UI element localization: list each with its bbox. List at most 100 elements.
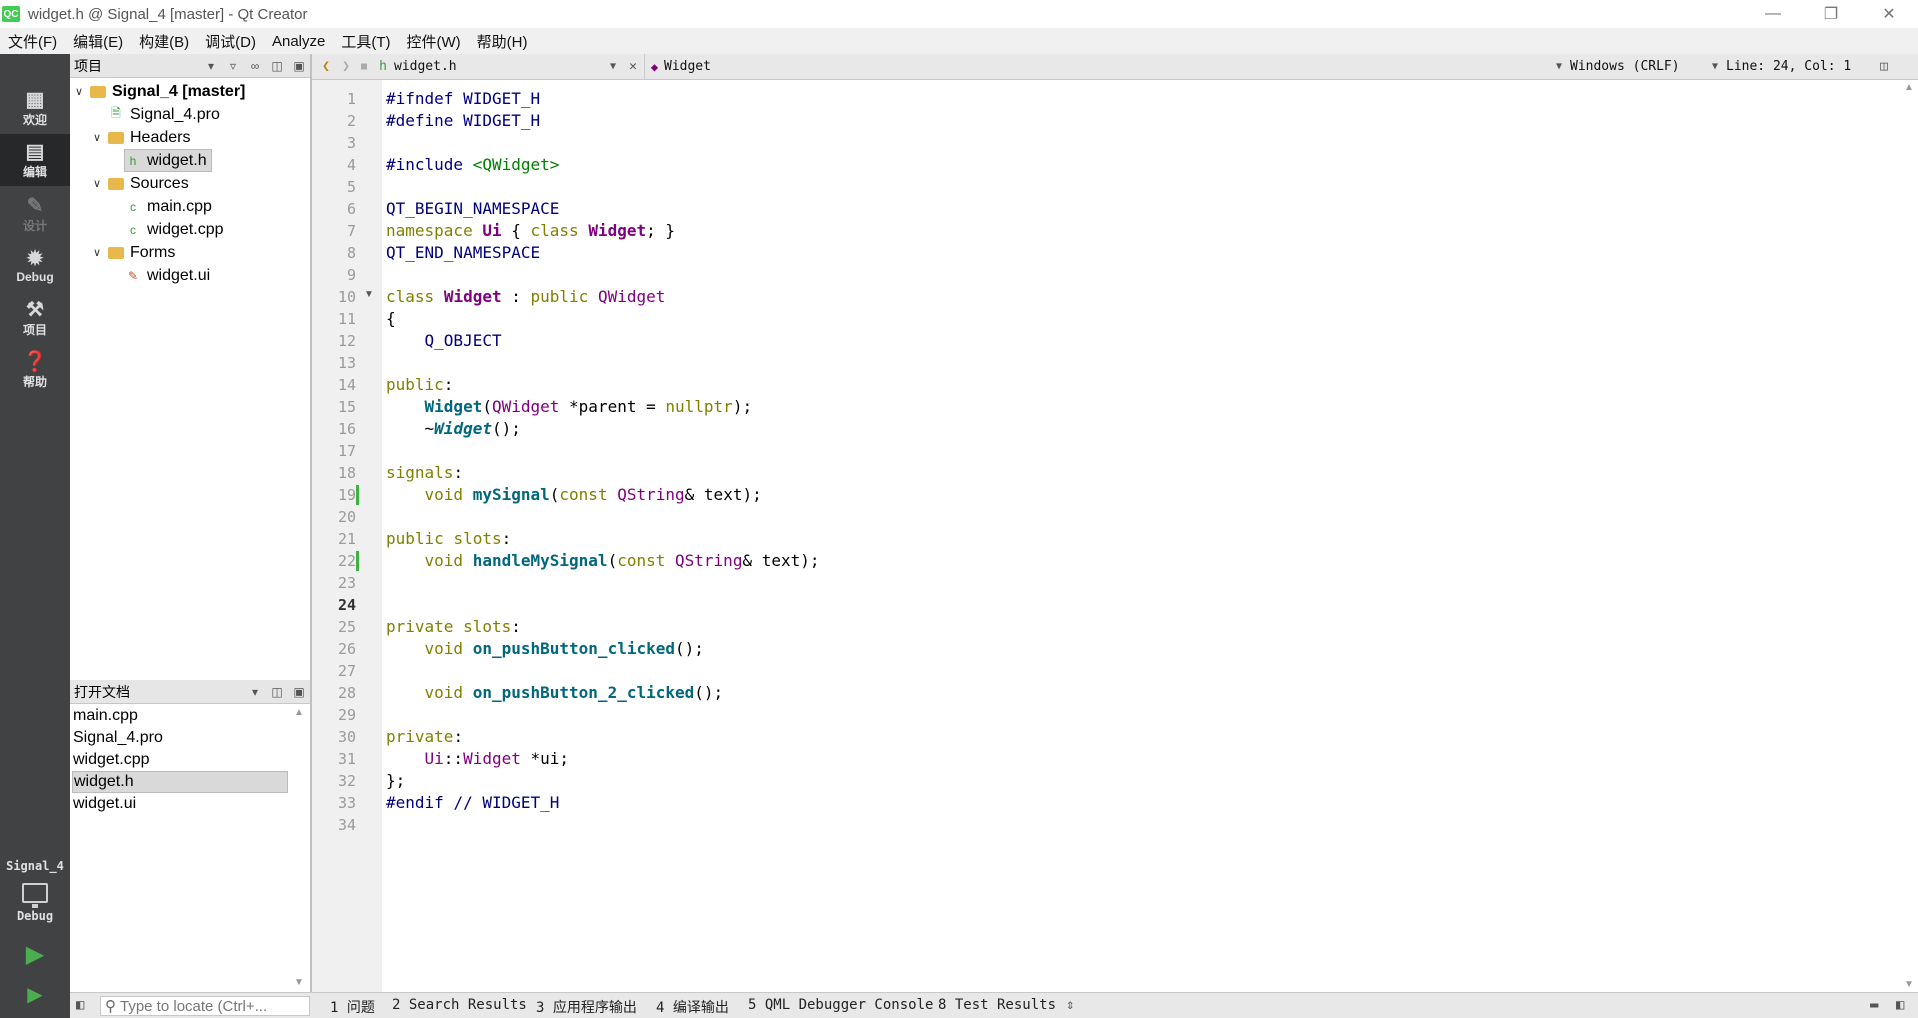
- menu-file[interactable]: 文件(F): [0, 31, 65, 52]
- output-tab-test-results[interactable]: 8 Test Results: [938, 997, 1056, 1013]
- scroll-down-icon[interactable]: ▼: [294, 977, 304, 988]
- code-line[interactable]: private:: [386, 726, 463, 748]
- open-docs-title[interactable]: 打开文档: [74, 682, 244, 702]
- chevron-down-icon[interactable]: ∨: [72, 85, 86, 98]
- code-line[interactable]: };: [386, 770, 405, 792]
- split-icon[interactable]: ◫: [266, 59, 288, 73]
- code-line[interactable]: public:: [386, 374, 453, 396]
- menu-build[interactable]: 构建(B): [131, 31, 197, 52]
- line-ending-selector[interactable]: Windows (CRLF): [1570, 54, 1712, 80]
- menu-widgets[interactable]: 控件(W): [399, 31, 469, 52]
- mode-design[interactable]: ✎ 设计: [0, 188, 70, 240]
- fold-arrow-icon[interactable]: ▼: [364, 289, 374, 300]
- output-tab-app-output[interactable]: 3 应用程序输出: [536, 997, 637, 1017]
- mode-help[interactable]: ❓ 帮助: [0, 344, 70, 396]
- link-icon[interactable]: ∞: [244, 59, 266, 73]
- code-line[interactable]: public slots:: [386, 528, 511, 550]
- chevron-down-icon[interactable]: ▼: [604, 54, 622, 80]
- code-line[interactable]: Widget(QWidget *parent = nullptr);: [386, 396, 753, 418]
- code-editor[interactable]: #ifndef WIDGET_H #define WIDGET_H #include…: [382, 80, 1900, 992]
- line-number-gutter[interactable]: 1 2 3 4 5 6 7 8 9 10 11 12 13 14 15 16 17 18 19 20 21 22 23 24 2…: [312, 80, 382, 992]
- tree-item-widget-h[interactable]: h widget.h: [70, 149, 310, 172]
- code-line[interactable]: QT_BEGIN_NAMESPACE: [386, 198, 559, 220]
- code-line[interactable]: void handleMySignal(const QString& text)…: [386, 550, 820, 572]
- code-line[interactable]: signals:: [386, 462, 463, 484]
- toggle-right-sidebar-icon[interactable]: ◧: [1896, 997, 1904, 1013]
- debug-run-button[interactable]: ▶: [0, 974, 70, 1014]
- chevron-down-icon[interactable]: ∨: [90, 177, 104, 190]
- code-line[interactable]: #endif // WIDGET_H: [386, 792, 559, 814]
- tree-item-pro-file[interactable]: 🗎 Signal_4.pro: [70, 103, 310, 126]
- kit-selector[interactable]: Signal_4 Debug: [0, 859, 70, 939]
- open-doc-item[interactable]: main.cpp: [72, 705, 288, 727]
- split-icon[interactable]: ◫: [266, 685, 288, 699]
- split-editor-icon[interactable]: ◫: [1874, 54, 1894, 80]
- tree-item-sources[interactable]: ∨ Sources: [70, 172, 310, 195]
- toggle-sidebar-icon[interactable]: ◧: [76, 997, 84, 1013]
- output-tab-issues[interactable]: 1 问题: [330, 997, 375, 1017]
- code-line[interactable]: ~Widget();: [386, 418, 521, 440]
- tree-item-forms[interactable]: ∨ Forms: [70, 241, 310, 264]
- chevron-down-icon[interactable]: ∨: [90, 131, 104, 144]
- run-button[interactable]: ▶: [0, 934, 70, 974]
- forward-arrow-icon[interactable]: ❯: [336, 54, 356, 80]
- tree-item-project[interactable]: ∨ Signal_4 [master]: [70, 80, 310, 103]
- code-line[interactable]: void on_pushButton_2_clicked();: [386, 682, 724, 704]
- chevron-down-icon[interactable]: ▼: [1556, 54, 1570, 80]
- code-line[interactable]: Q_OBJECT: [386, 330, 502, 352]
- output-tab-compile-output[interactable]: 4 编译输出: [656, 997, 729, 1017]
- open-docs-scrollbar[interactable]: ▲ ▼: [292, 705, 306, 990]
- menu-debug[interactable]: 调试(D): [197, 31, 264, 52]
- mode-welcome[interactable]: ▦ 欢迎: [0, 82, 70, 134]
- mode-edit[interactable]: ▤ 编辑: [0, 134, 70, 186]
- code-line[interactable]: QT_END_NAMESPACE: [386, 242, 540, 264]
- code-line[interactable]: {: [386, 308, 396, 330]
- code-line[interactable]: private slots:: [386, 616, 521, 638]
- menu-help[interactable]: 帮助(H): [469, 31, 536, 52]
- scroll-up-icon[interactable]: ▲: [1904, 82, 1914, 93]
- close-pane-icon[interactable]: ▣: [288, 685, 310, 699]
- menu-analyze[interactable]: Analyze: [264, 33, 333, 50]
- locator-input[interactable]: ⚲ Type to locate (Ctrl+...: [100, 996, 310, 1016]
- output-tab-qml-debugger[interactable]: 5 QML Debugger Console: [748, 997, 933, 1013]
- progress-toggle-icon[interactable]: ▬: [1870, 997, 1878, 1013]
- close-pane-icon[interactable]: ▣: [288, 59, 310, 73]
- restore-icon[interactable]: ❐: [1802, 0, 1860, 28]
- chevron-down-icon[interactable]: ∨: [90, 246, 104, 259]
- project-pane-title[interactable]: 项目: [74, 56, 200, 76]
- tree-item-main-cpp[interactable]: c main.cpp: [70, 195, 310, 218]
- code-line[interactable]: Ui::Widget *ui;: [386, 748, 570, 770]
- code-line[interactable]: #include <QWidget>: [386, 154, 559, 176]
- tree-item-widget-cpp[interactable]: c widget.cpp: [70, 218, 310, 241]
- open-doc-item[interactable]: widget.ui: [72, 793, 288, 815]
- code-line[interactable]: void on_pushButton_clicked();: [386, 638, 704, 660]
- output-tab-search-results[interactable]: 2 Search Results: [392, 997, 527, 1013]
- filter-icon[interactable]: ▿: [222, 59, 244, 73]
- chevron-down-icon[interactable]: ▾: [244, 685, 266, 699]
- tree-item-headers[interactable]: ∨ Headers: [70, 126, 310, 149]
- back-arrow-icon[interactable]: ❮: [316, 54, 336, 80]
- close-doc-icon[interactable]: ✕: [622, 54, 644, 80]
- document-selector[interactable]: widget.h: [394, 54, 604, 80]
- code-line[interactable]: #define WIDGET_H: [386, 110, 540, 132]
- build-button[interactable]: ⚒: [0, 1014, 70, 1018]
- open-doc-item[interactable]: widget.h: [72, 771, 288, 793]
- minimize-icon[interactable]: —: [1744, 0, 1802, 28]
- scroll-down-icon[interactable]: ▼: [1904, 979, 1914, 990]
- code-line[interactable]: void mySignal(const QString& text);: [386, 484, 762, 506]
- close-icon[interactable]: ✕: [1860, 0, 1918, 28]
- code-line[interactable]: namespace Ui { class Widget; }: [386, 220, 675, 242]
- symbol-selector[interactable]: Widget: [664, 54, 1556, 80]
- scroll-up-icon[interactable]: ▲: [294, 707, 304, 718]
- open-doc-item[interactable]: Signal_4.pro: [72, 727, 288, 749]
- chevron-down-icon[interactable]: ▾: [200, 59, 222, 73]
- code-line[interactable]: #ifndef WIDGET_H: [386, 88, 540, 110]
- tree-item-widget-ui[interactable]: ✎ widget.ui: [70, 264, 310, 287]
- editor-scrollbar[interactable]: ▲ ▼: [1900, 80, 1918, 992]
- mode-projects[interactable]: ⚒ 项目: [0, 292, 70, 344]
- menu-edit[interactable]: 编辑(E): [65, 31, 131, 52]
- chevron-down-icon[interactable]: ▼: [1712, 54, 1726, 80]
- cursor-position[interactable]: Line: 24, Col: 1: [1726, 54, 1874, 80]
- mode-debug[interactable]: ✹ Debug: [0, 240, 70, 292]
- open-doc-item[interactable]: widget.cpp: [72, 749, 288, 771]
